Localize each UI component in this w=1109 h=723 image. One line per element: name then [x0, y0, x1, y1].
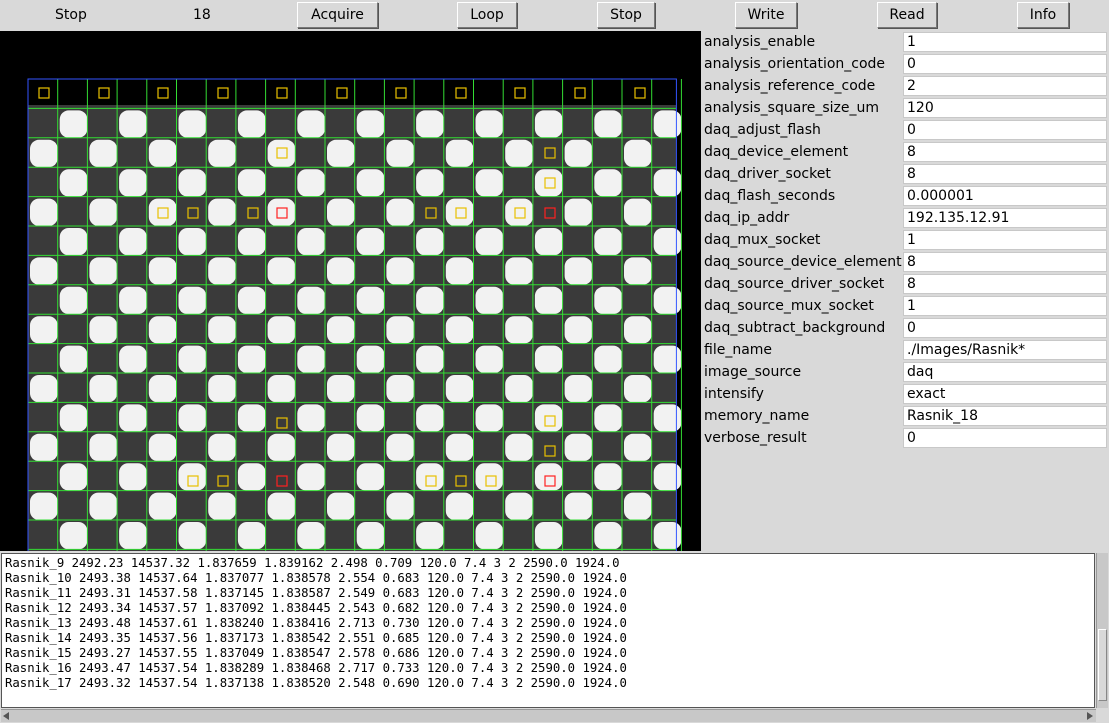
param-row-daq-ip-addr: daq_ip_addr 192.135.12.91: [701, 207, 1109, 229]
param-value-field[interactable]: 8: [903, 252, 1107, 272]
results-vertical-scrollbar[interactable]: [1096, 553, 1108, 708]
rasnik-image: [27, 78, 682, 551]
param-name: analysis_square_size_um: [704, 100, 880, 116]
loop-button[interactable]: Loop: [457, 2, 517, 28]
param-name: daq_flash_seconds: [704, 188, 836, 204]
param-name: image_source: [704, 364, 802, 380]
write-button[interactable]: Write: [735, 2, 797, 28]
scroll-right-icon[interactable]: [1087, 712, 1093, 720]
result-line: Rasnik_10 2493.38 14537.64 1.837077 1.83…: [5, 571, 627, 585]
param-row-daq-flash-seconds: daq_flash_seconds 0.000001: [701, 185, 1109, 207]
param-value-field[interactable]: ./Images/Rasnik*: [903, 340, 1107, 360]
param-name: daq_subtract_background: [704, 320, 886, 336]
param-name: daq_device_element: [704, 144, 849, 160]
stop-button[interactable]: Stop: [597, 2, 655, 28]
stop-status-label: Stop: [55, 7, 87, 23]
param-value-field[interactable]: 0.000001: [903, 186, 1107, 206]
param-value-field[interactable]: 192.135.12.91: [903, 208, 1107, 228]
param-row-daq-source-mux-socket: daq_source_mux_socket 1: [701, 295, 1109, 317]
param-row-analysis-square-size-um: analysis_square_size_um 120: [701, 97, 1109, 119]
param-row-daq-driver-socket: daq_driver_socket 8: [701, 163, 1109, 185]
param-value-field[interactable]: daq: [903, 362, 1107, 382]
param-row-file-name: file_name ./Images/Rasnik*: [701, 339, 1109, 361]
param-name: intensify: [704, 386, 764, 402]
param-name: daq_mux_socket: [704, 232, 821, 248]
acquire-button[interactable]: Acquire: [297, 2, 378, 28]
result-line: Rasnik_13 2493.48 14537.61 1.838240 1.83…: [5, 616, 627, 630]
param-row-daq-adjust-flash: daq_adjust_flash 0: [701, 119, 1109, 141]
result-line: Rasnik_12 2493.34 14537.57 1.837092 1.83…: [5, 601, 627, 615]
param-value-field[interactable]: 8: [903, 274, 1107, 294]
param-name: file_name: [704, 342, 773, 358]
param-value-field[interactable]: 8: [903, 142, 1107, 162]
param-row-daq-source-device-element: daq_source_device_element 8: [701, 251, 1109, 273]
read-button[interactable]: Read: [877, 2, 937, 28]
vertical-scroll-thumb[interactable]: [1098, 629, 1107, 701]
param-value-field[interactable]: 1: [903, 296, 1107, 316]
param-value-field[interactable]: exact: [903, 384, 1107, 404]
results-horizontal-scrollbar[interactable]: [1, 709, 1096, 722]
param-name: daq_ip_addr: [704, 210, 790, 226]
param-row-daq-mux-socket: daq_mux_socket 1: [701, 229, 1109, 251]
scroll-left-icon[interactable]: [3, 712, 9, 720]
param-value-field[interactable]: 1: [903, 32, 1107, 52]
parameter-list: analysis_enable 1 analysis_orientation_cod…: [701, 31, 1109, 449]
info-button[interactable]: Info: [1017, 2, 1069, 28]
param-value-field[interactable]: 8: [903, 164, 1107, 184]
param-name: analysis_reference_code: [704, 78, 876, 94]
param-value-field[interactable]: 0: [903, 318, 1107, 338]
param-value-field[interactable]: 0: [903, 428, 1107, 448]
param-row-verbose-result: verbose_result 0: [701, 427, 1109, 449]
param-value-field[interactable]: 120: [903, 98, 1107, 118]
param-value-field[interactable]: 2: [903, 76, 1107, 96]
result-line: Rasnik_17 2493.32 14537.54 1.837138 1.83…: [5, 676, 627, 690]
param-name: daq_driver_socket: [704, 166, 831, 182]
result-line: Rasnik_16 2493.47 14537.54 1.838289 1.83…: [5, 661, 627, 675]
param-name: daq_source_driver_socket: [704, 276, 885, 292]
param-row-daq-source-driver-socket: daq_source_driver_socket 8: [701, 273, 1109, 295]
param-row-analysis-reference-code: analysis_reference_code 2: [701, 75, 1109, 97]
param-name: daq_adjust_flash: [704, 122, 821, 138]
param-name: analysis_enable: [704, 34, 816, 50]
param-name: daq_source_device_element: [704, 254, 902, 270]
param-value-field[interactable]: 0: [903, 54, 1107, 74]
param-name: analysis_orientation_code: [704, 56, 886, 72]
result-line: Rasnik_15 2493.27 14537.55 1.837049 1.83…: [5, 646, 627, 660]
param-row-analysis-enable: analysis_enable 1: [701, 31, 1109, 53]
param-row-memory-name: memory_name Rasnik_18: [701, 405, 1109, 427]
acquisition-counter: 18: [193, 7, 211, 23]
param-row-daq-subtract-background: daq_subtract_background 0: [701, 317, 1109, 339]
param-row-image-source: image_source daq: [701, 361, 1109, 383]
param-name: daq_source_mux_socket: [704, 298, 874, 314]
param-row-intensify: intensify exact: [701, 383, 1109, 405]
image-top-band: [28, 79, 677, 105]
result-line: Rasnik_9 2492.23 14537.32 1.837659 1.839…: [5, 556, 620, 570]
param-value-field[interactable]: Rasnik_18: [903, 406, 1107, 426]
param-row-analysis-orientation-code: analysis_orientation_code 0: [701, 53, 1109, 75]
results-text-area[interactable]: Rasnik_9 2492.23 14537.32 1.837659 1.839…: [1, 553, 1095, 708]
rasnik-image-viewer[interactable]: [0, 31, 701, 551]
param-row-daq-device-element: daq_device_element 8: [701, 141, 1109, 163]
param-value-field[interactable]: 1: [903, 230, 1107, 250]
result-line: Rasnik_14 2493.35 14537.56 1.837173 1.83…: [5, 631, 627, 645]
param-name: verbose_result: [704, 430, 807, 446]
result-line: Rasnik_11 2493.31 14537.58 1.837145 1.83…: [5, 586, 627, 600]
param-value-field[interactable]: 0: [903, 120, 1107, 140]
param-name: memory_name: [704, 408, 810, 424]
